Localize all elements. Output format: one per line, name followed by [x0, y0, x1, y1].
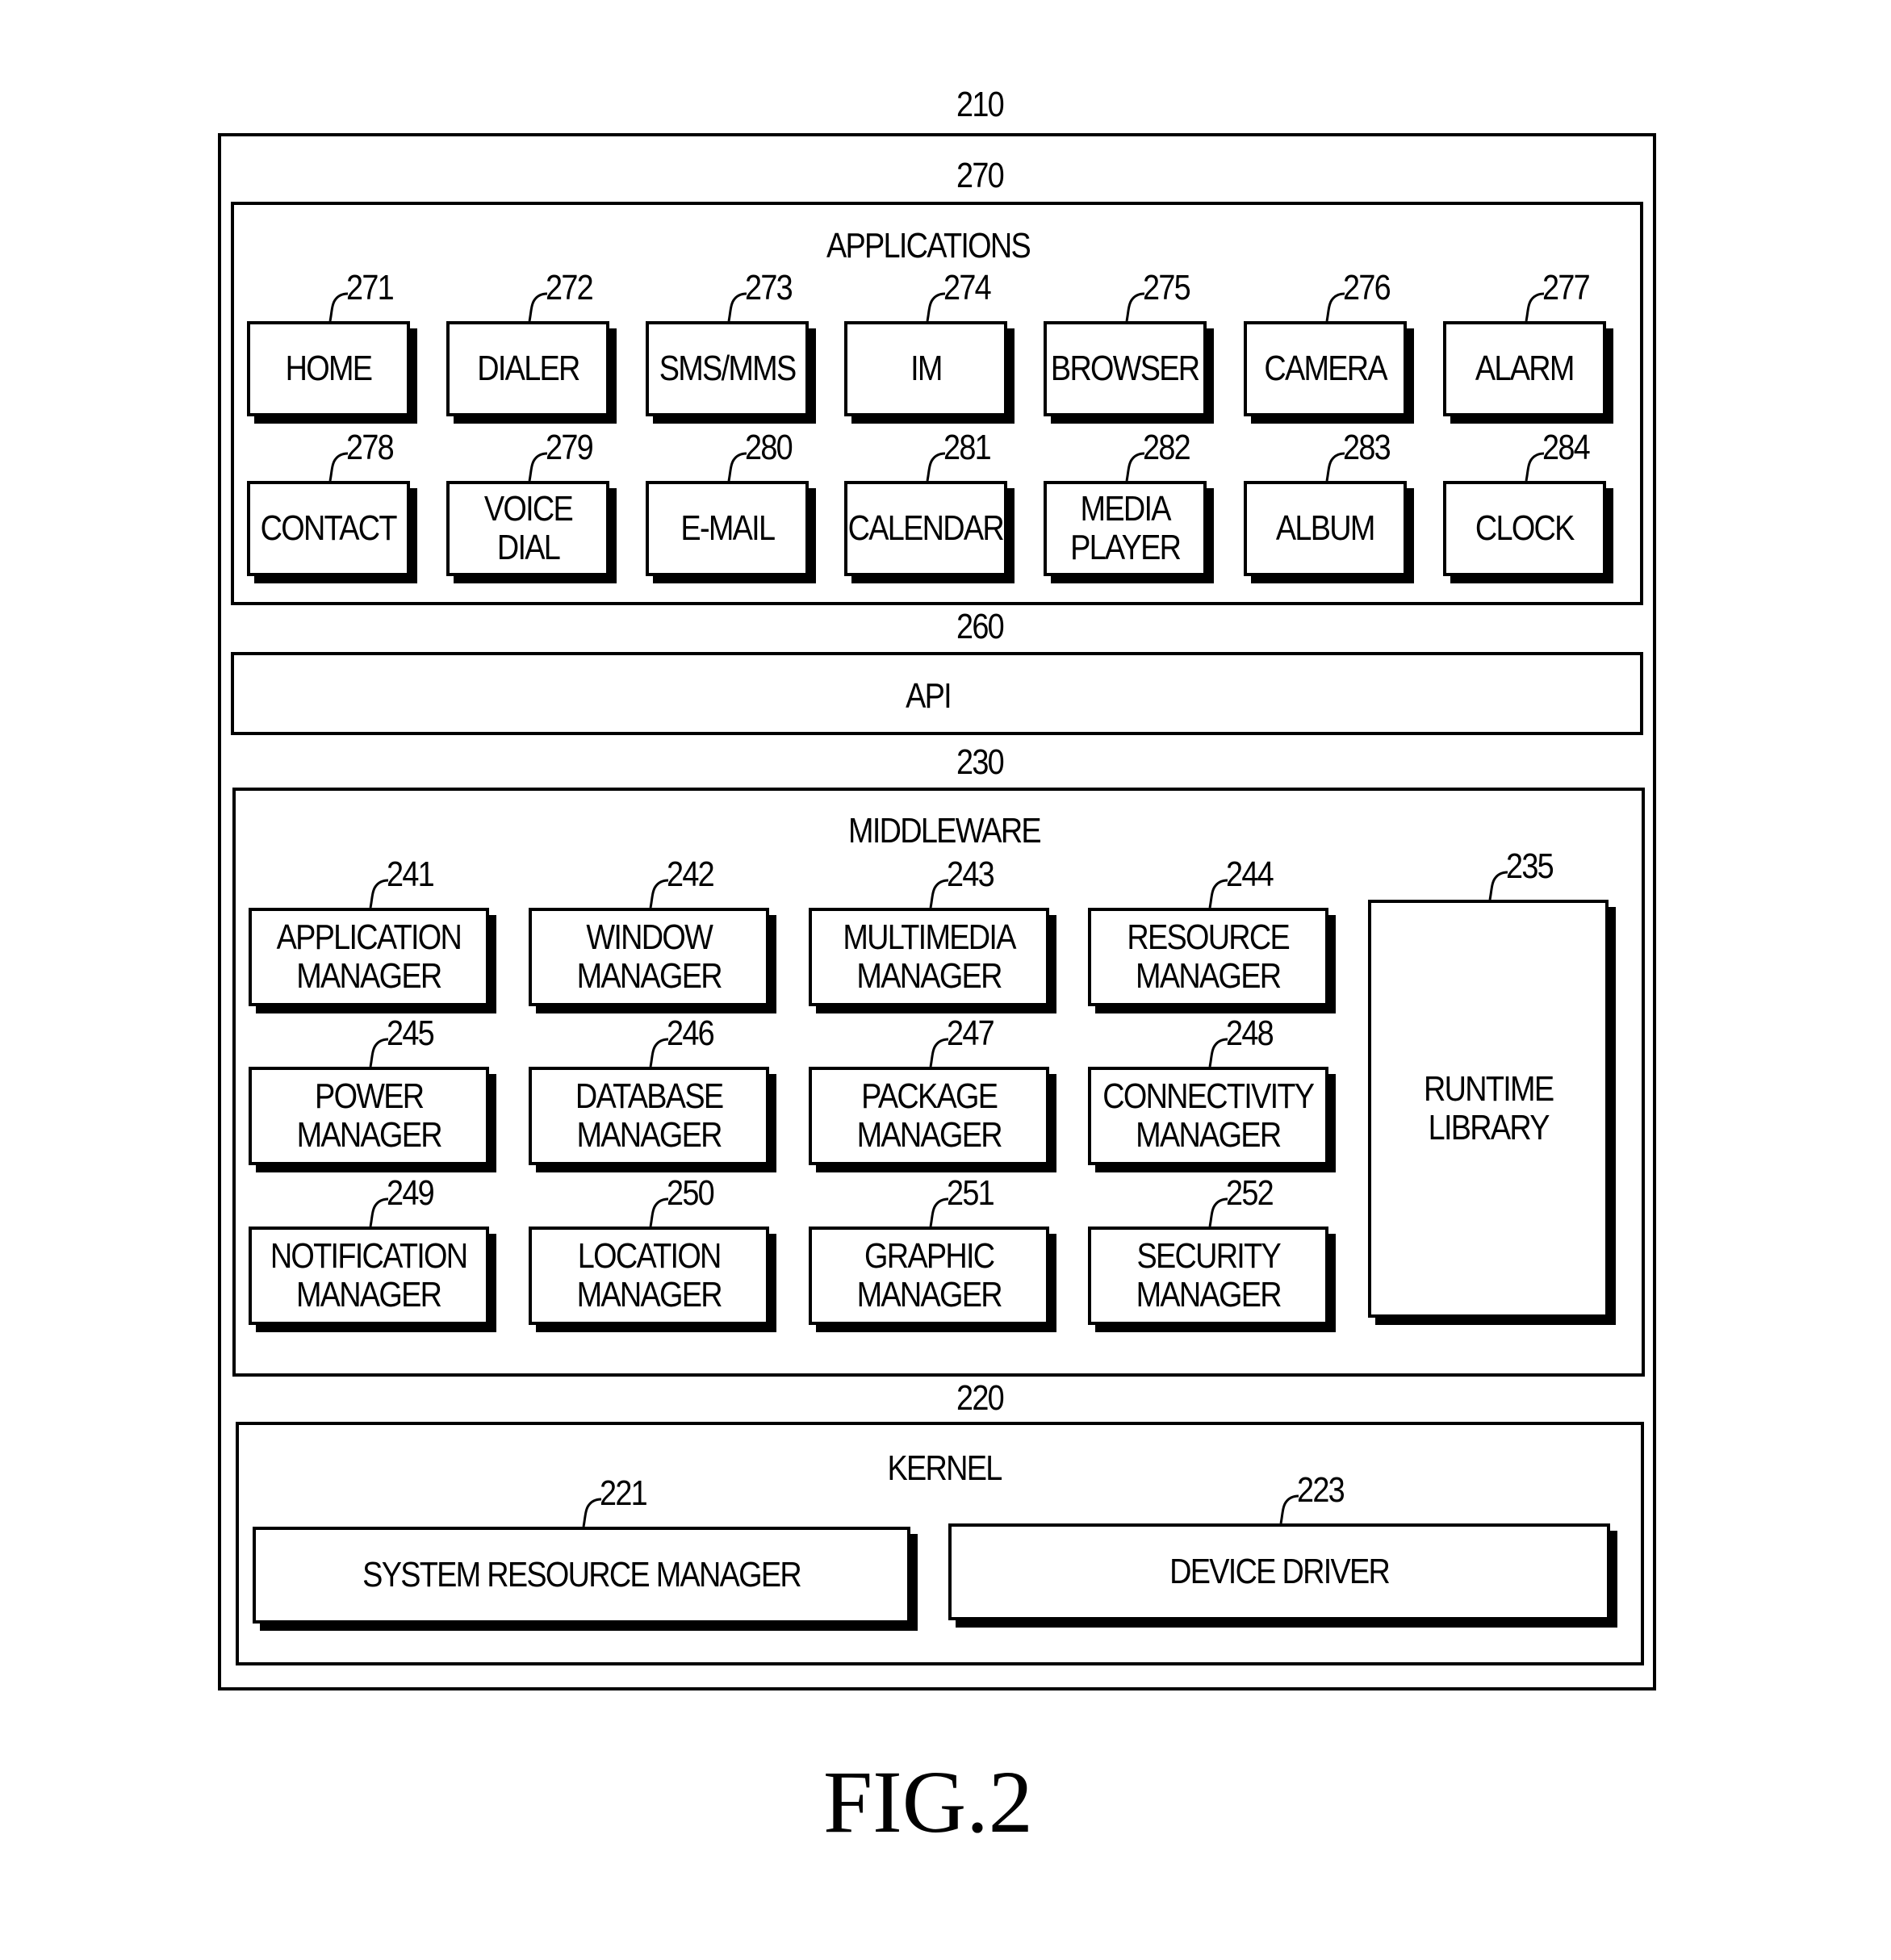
app-box-ref: 281	[943, 428, 992, 467]
ref-label-api: 260	[956, 607, 1005, 646]
app-box-label: CONTACT	[260, 508, 398, 548]
middleware-box-ref: 244	[1226, 855, 1274, 894]
app-box-label: MEDIA PLAYER	[1069, 489, 1182, 567]
app-box: CALENDAR	[844, 481, 1007, 576]
app-box: ALBUM	[1244, 481, 1407, 576]
app-box: CLOCK	[1443, 481, 1606, 576]
middleware-box: LOCATION MANAGER	[529, 1227, 769, 1325]
middleware-box: CONNECTIVITY MANAGER	[1088, 1067, 1328, 1165]
app-box: DIALER	[446, 321, 609, 416]
middleware-box-ref: 250	[667, 1173, 715, 1213]
kernel-box-device-driver-label: DEVICE DRIVER	[1169, 1552, 1391, 1591]
app-box: E-MAIL	[646, 481, 809, 576]
middleware-box: SECURITY MANAGER	[1088, 1227, 1328, 1325]
app-box: CONTACT	[247, 481, 410, 576]
middleware-box-label: LOCATION MANAGER	[576, 1236, 722, 1314]
ref-label-kernel: 220	[956, 1378, 1005, 1418]
middleware-box-label: RESOURCE MANAGER	[1127, 917, 1291, 996]
app-box-ref: 278	[346, 428, 395, 467]
middleware-title: MIDDLEWARE	[848, 811, 1042, 850]
app-box-label: E-MAIL	[680, 508, 776, 548]
middleware-box-ref: 251	[947, 1173, 995, 1213]
middleware-box: POWER MANAGER	[249, 1067, 489, 1165]
app-box-label: SMS/MMS	[659, 349, 797, 388]
ref-label-system: 210	[956, 85, 1005, 124]
app-box-label: VOICE DIAL	[483, 489, 573, 567]
app-box-label: ALARM	[1475, 349, 1575, 388]
app-box: MEDIA PLAYER	[1044, 481, 1207, 576]
kernel-box-device-driver-ref: 223	[1297, 1470, 1345, 1510]
middleware-box-ref: 248	[1226, 1013, 1274, 1053]
app-box-ref: 274	[943, 268, 992, 307]
ref-label-middleware: 230	[956, 742, 1005, 782]
middleware-box-ref: 252	[1226, 1173, 1274, 1213]
middleware-box-ref: 246	[667, 1013, 715, 1053]
app-box-label: BROWSER	[1051, 349, 1200, 388]
middleware-box-label: POWER MANAGER	[296, 1076, 442, 1155]
kernel-box-system-resource-manager-ref: 221	[600, 1473, 648, 1513]
app-box: ALARM	[1443, 321, 1606, 416]
middleware-box: APPLICATION MANAGER	[249, 908, 489, 1006]
app-box-ref: 277	[1542, 268, 1591, 307]
kernel-box-system-resource-manager: SYSTEM RESOURCE MANAGER	[253, 1527, 910, 1624]
kernel-title: KERNEL	[887, 1448, 1002, 1488]
middleware-box-label: MULTIMEDIA MANAGER	[843, 917, 1016, 996]
app-box-label: CALENDAR	[847, 508, 1005, 548]
middleware-box-ref: 245	[387, 1013, 435, 1053]
app-box-ref: 283	[1343, 428, 1391, 467]
app-box: CAMERA	[1244, 321, 1407, 416]
app-box-label: HOME	[285, 349, 373, 388]
runtime-library-box: RUNTIME LIBRARY	[1368, 900, 1609, 1318]
app-box: HOME	[247, 321, 410, 416]
middleware-box: DATABASE MANAGER	[529, 1067, 769, 1165]
figure-label: FIG.2	[823, 1753, 1033, 1851]
middleware-box-label: SECURITY MANAGER	[1136, 1236, 1282, 1314]
middleware-box-ref: 241	[387, 855, 435, 894]
runtime-library-box-ref: 235	[1506, 846, 1554, 886]
app-box-ref: 280	[745, 428, 793, 467]
ref-label-applications: 270	[956, 156, 1005, 195]
app-box: SMS/MMS	[646, 321, 809, 416]
middleware-box-ref: 247	[947, 1013, 995, 1053]
app-box-label: IM	[910, 349, 943, 388]
app-box-ref: 276	[1343, 268, 1391, 307]
app-box-ref: 284	[1542, 428, 1591, 467]
app-box: IM	[844, 321, 1007, 416]
app-box-ref: 279	[546, 428, 594, 467]
middleware-box-ref: 242	[667, 855, 715, 894]
app-box: BROWSER	[1044, 321, 1207, 416]
middleware-box-label: PACKAGE MANAGER	[856, 1076, 1002, 1155]
middleware-box: PACKAGE MANAGER	[809, 1067, 1049, 1165]
middleware-box-label: NOTIFICATION MANAGER	[270, 1236, 468, 1314]
app-box-ref: 273	[745, 268, 793, 307]
middleware-box: WINDOW MANAGER	[529, 908, 769, 1006]
middleware-box-label: WINDOW MANAGER	[576, 917, 722, 996]
app-box-ref: 271	[346, 268, 395, 307]
app-box-ref: 272	[546, 268, 594, 307]
app-box-label: CAMERA	[1264, 349, 1387, 388]
runtime-library-box-label: RUNTIME LIBRARY	[1423, 1069, 1554, 1147]
middleware-box-ref: 249	[387, 1173, 435, 1213]
applications-title: APPLICATIONS	[826, 226, 1031, 265]
middleware-box-ref: 243	[947, 855, 995, 894]
app-box-ref: 275	[1143, 268, 1191, 307]
app-box-ref: 282	[1143, 428, 1191, 467]
app-box-label: ALBUM	[1276, 508, 1375, 548]
middleware-box-label: GRAPHIC MANAGER	[856, 1236, 1002, 1314]
middleware-box-label: DATABASE MANAGER	[575, 1076, 724, 1155]
kernel-box-device-driver: DEVICE DRIVER	[948, 1523, 1610, 1620]
api-title: API	[906, 676, 952, 716]
middleware-box: GRAPHIC MANAGER	[809, 1227, 1049, 1325]
middleware-box: NOTIFICATION MANAGER	[249, 1227, 489, 1325]
app-box-label: DIALER	[476, 349, 580, 388]
app-box: VOICE DIAL	[446, 481, 609, 576]
middleware-box-label: CONNECTIVITY MANAGER	[1102, 1076, 1315, 1155]
middleware-box: RESOURCE MANAGER	[1088, 908, 1328, 1006]
kernel-box-system-resource-manager-label: SYSTEM RESOURCE MANAGER	[362, 1555, 802, 1594]
middleware-box-label: APPLICATION MANAGER	[276, 917, 462, 996]
app-box-label: CLOCK	[1475, 508, 1575, 548]
middleware-box: MULTIMEDIA MANAGER	[809, 908, 1049, 1006]
